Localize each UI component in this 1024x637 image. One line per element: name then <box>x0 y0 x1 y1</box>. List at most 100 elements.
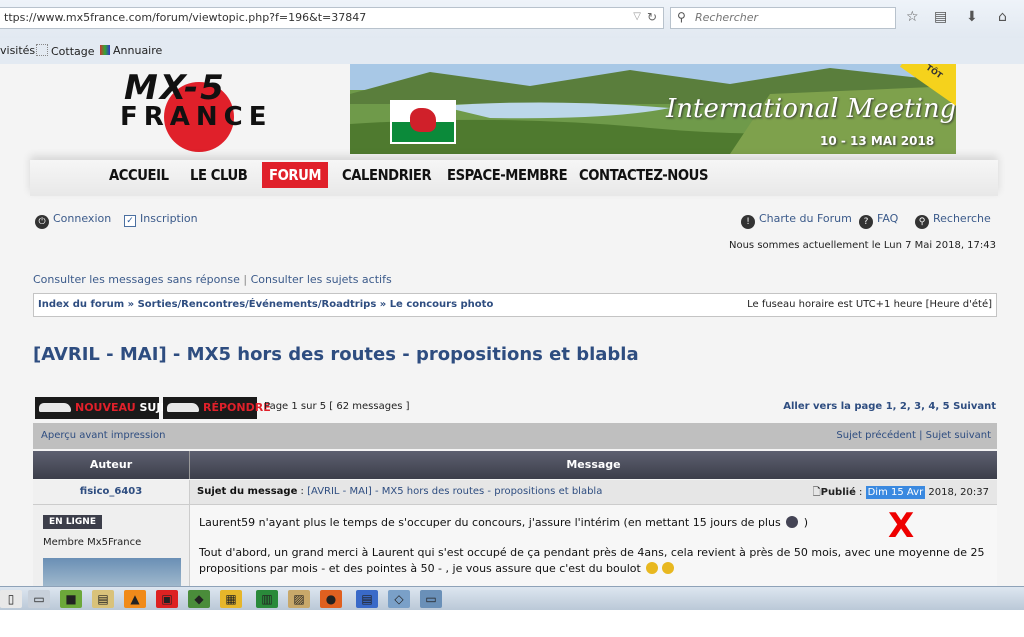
reload-icon[interactable]: ↻ <box>647 10 657 24</box>
charter-link[interactable]: ! Charte du Forum <box>741 212 852 229</box>
home-icon[interactable]: ⌂ <box>998 9 1007 25</box>
online-badge: EN LIGNE <box>43 515 102 529</box>
faq-link[interactable]: ? FAQ <box>859 212 898 229</box>
smiley-icon <box>786 516 799 528</box>
download-icon[interactable]: ⬇ <box>966 9 978 25</box>
new-topic-label-a: NOUVEAU <box>75 401 136 414</box>
faq-label: FAQ <box>877 212 899 225</box>
reply-button[interactable]: RÉPONDRE <box>163 397 271 419</box>
app-icon[interactable]: ▭ <box>420 590 442 608</box>
paragraph-text: Tout d'abord, un grand merci à Laurent q… <box>199 546 985 575</box>
menu-item-forum[interactable]: FORUM <box>262 162 329 188</box>
wales-flag <box>390 100 456 144</box>
event-banner[interactable]: International Meeting 10 - 13 MAI 2018 T… <box>350 64 956 154</box>
firefox-icon[interactable]: ● <box>320 590 342 608</box>
pagination[interactable]: Aller vers la page 1, 2, 3, 4, 5 Suivant <box>783 401 996 412</box>
browser-search-box[interactable]: ⚲ <box>670 7 896 29</box>
bookmark-label: Cottage <box>51 45 95 58</box>
published-label: Publié <box>820 487 856 498</box>
post-body-row: EN LIGNE Membre Mx5France Laurent59 n'ay… <box>33 505 997 586</box>
breadcrumb-path[interactable]: Index du forum » Sorties/Rencontres/Évén… <box>38 299 493 310</box>
register-link[interactable]: ✓ Inscription <box>124 212 198 227</box>
car-icon <box>39 403 71 412</box>
new-topic-button[interactable]: NOUVEAU SUJET <box>35 397 175 419</box>
timezone-info: Le fuseau horaire est UTC+1 heure [Heure… <box>747 299 992 310</box>
link-separator: | <box>243 273 248 286</box>
app-icon[interactable]: ▨ <box>288 590 310 608</box>
site-logo[interactable]: MX-5 FRANCE <box>112 66 342 152</box>
doc-icon: 🗋 <box>812 487 821 498</box>
bookmark-annuaire[interactable]: Annuaire <box>100 44 162 57</box>
avatar[interactable] <box>43 558 181 586</box>
app-icon[interactable]: ▦ <box>220 590 242 608</box>
menu-item-contactez-nous[interactable]: CONTACTEZ-NOUS <box>579 166 708 184</box>
active-topics-link[interactable]: Consulter les sujets actifs <box>251 273 392 286</box>
favicon-icon <box>100 45 110 55</box>
search-icon: ⚲ <box>677 10 686 24</box>
register-label: Inscription <box>140 212 198 225</box>
red-x-annotation: X <box>888 506 915 546</box>
app-icon[interactable]: ▭ <box>28 590 50 608</box>
info-icon: ! <box>741 215 755 229</box>
address-bar[interactable]: ttps://www.mx5france.com/forum/viewtopic… <box>0 7 664 29</box>
clipboard-icon[interactable]: ▤ <box>934 9 947 25</box>
paragraph-text: Laurent59 n'ayant plus le temps de s'occ… <box>199 516 781 529</box>
post-paragraph: Tout d'abord, un grand merci à Laurent q… <box>199 545 989 577</box>
app-icon[interactable]: ◇ <box>388 590 410 608</box>
post-header-row: fisico_6403 Sujet du message : [AVRIL - … <box>33 480 997 505</box>
post-date: 🗋Publié : Dim 15 Avr 2018, 20:37 <box>812 486 989 499</box>
login-link[interactable]: ⏻ Connexion <box>35 212 111 229</box>
smiley-icon <box>662 562 675 574</box>
reply-label: RÉPONDRE <box>203 401 271 414</box>
forum-page: MX-5 FRANCE International Meeting 10 - 1… <box>0 64 1024 586</box>
unanswered-link[interactable]: Consulter les messages sans réponse <box>33 273 240 286</box>
app-icon[interactable]: ■ <box>60 590 82 608</box>
author-profile: EN LIGNE Membre Mx5France <box>33 505 190 586</box>
breadcrumb: Index du forum » Sorties/Rencontres/Évén… <box>33 293 997 317</box>
spreadsheet-icon[interactable]: ▥ <box>256 590 278 608</box>
checkbox-icon: ✓ <box>124 215 136 227</box>
main-menu: ACCUEIL LE CLUB FORUM CALENDRIER ESPACE-… <box>30 158 998 202</box>
menu-item-le-club[interactable]: LE CLUB <box>190 166 248 184</box>
dragon-icon <box>410 108 436 132</box>
menu-item-calendrier[interactable]: CALENDRIER <box>342 166 432 184</box>
search-link[interactable]: ⚲ Recherche <box>915 212 991 229</box>
car-icon <box>167 403 199 412</box>
smiley-icon <box>646 562 659 574</box>
bottom-area <box>0 610 1024 637</box>
bookmark-label: Annuaire <box>113 44 163 57</box>
author-column-header: Auteur <box>33 451 190 479</box>
post-paragraph: Laurent59 n'ayant plus le temps de s'occ… <box>199 515 989 531</box>
start-icon[interactable]: ▯ <box>0 590 22 608</box>
banner-title: International Meeting <box>666 94 956 124</box>
bookmark-cottage[interactable]: Cottage <box>36 44 95 58</box>
menu-item-accueil[interactable]: ACCUEIL <box>109 166 169 184</box>
help-icon: ? <box>859 215 873 229</box>
post-author[interactable]: fisico_6403 <box>33 480 190 504</box>
os-taskbar: ▯ ▭ ■ ▤ ▲ ▣ ◆ ▦ ▥ ▨ ● ▤ ◇ ▭ <box>0 586 1024 611</box>
page-info: Page 1 sur 5 [ 62 messages ] <box>264 401 410 412</box>
logo-bottom-text: FRANCE <box>120 102 273 132</box>
pdf-icon[interactable]: ▣ <box>156 590 178 608</box>
posts-table-header: Auteur Message <box>33 451 997 479</box>
search-icon: ⚲ <box>915 215 929 229</box>
browser-toolbar: ttps://www.mx5france.com/forum/viewtopic… <box>0 0 1024 38</box>
subject-link[interactable]: [AVRIL - MAI] - MX5 hors des routes - pr… <box>307 486 602 497</box>
paragraph-end: ) <box>803 516 808 529</box>
print-preview-link[interactable]: Aperçu avant impression <box>41 430 165 441</box>
prev-next-links[interactable]: Sujet précédent | Sujet suivant <box>836 430 991 441</box>
page-title[interactable]: [AVRIL - MAI] - MX5 hors des routes - pr… <box>33 344 639 365</box>
post-subject: Sujet du message : [AVRIL - MAI] - MX5 h… <box>197 486 603 497</box>
login-label: Connexion <box>53 212 112 225</box>
vlc-icon[interactable]: ▲ <box>124 590 146 608</box>
menu-item-espace-membre[interactable]: ESPACE-MEMBRE <box>447 166 568 184</box>
star-icon[interactable]: ☆ <box>906 9 919 25</box>
dropdown-arrow-icon[interactable]: ▽ <box>633 11 641 22</box>
folder-icon[interactable]: ▤ <box>92 590 114 608</box>
current-datetime: Nous sommes actuellement le Lun 7 Mai 20… <box>729 240 996 251</box>
bookmark-visited[interactable]: visités <box>0 44 35 57</box>
document-icon[interactable]: ▤ <box>356 590 378 608</box>
browser-search-input[interactable] <box>693 10 887 25</box>
app-icon[interactable]: ◆ <box>188 590 210 608</box>
highlighted-date: Dim 15 Avr <box>865 486 926 499</box>
